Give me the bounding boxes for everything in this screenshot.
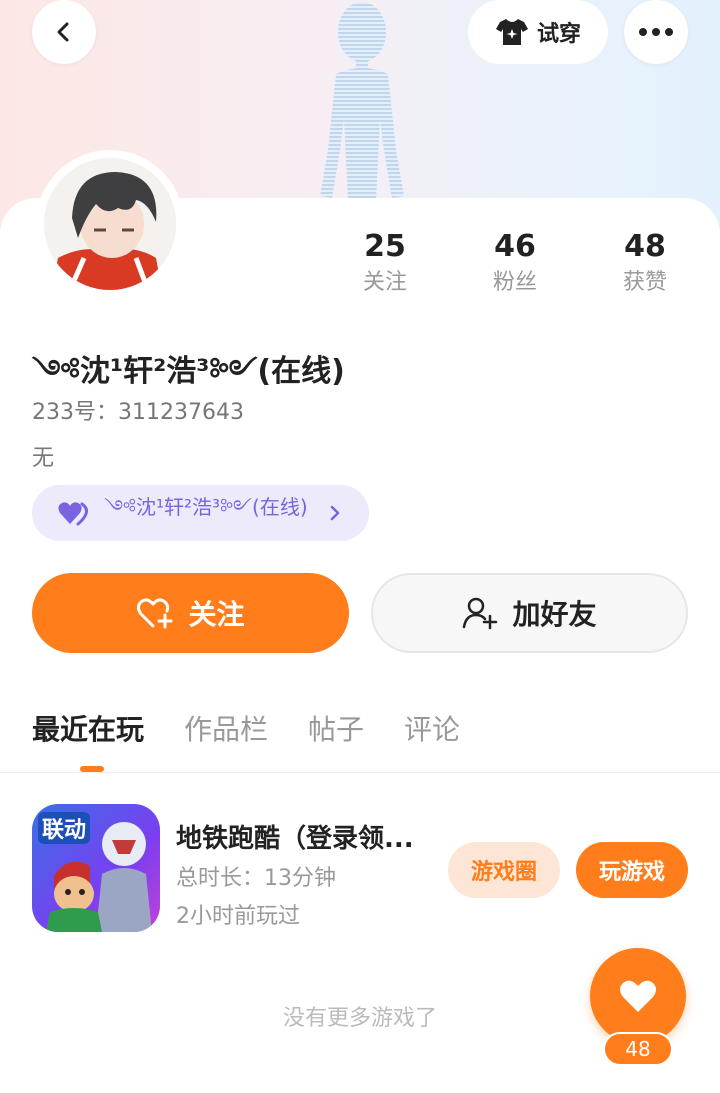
stat-label: 粉丝 [492,270,537,295]
chevron-left-icon [57,22,69,42]
tab-comments[interactable]: 评论 [404,708,460,752]
game-icon[interactable]: 联动 [32,804,160,932]
avatar[interactable] [36,150,184,298]
try-on-label: 试穿 [536,22,581,47]
stat-value: 48 [624,229,666,264]
game-title: 地铁跑酷（登录领... [176,824,414,854]
avatar-3d-figure[interactable] [300,0,420,210]
like-button[interactable] [590,948,686,1044]
tab-posts[interactable]: 帖子 [308,708,364,752]
more-dots-icon [639,28,673,36]
back-button[interactable] [32,0,96,64]
stat-following[interactable]: 25 关注 [320,228,450,300]
like-count-badge: 48 [603,1032,673,1066]
tab-recent-played[interactable]: 最近在玩 [32,708,144,752]
stat-followers[interactable]: 46 粉丝 [450,228,580,300]
game-playtime: 总时长：13分钟 [176,866,336,891]
avatar-image [44,158,176,290]
play-game-button[interactable]: 玩游戏 [576,842,688,898]
follow-button[interactable]: 关注 [32,573,349,653]
try-on-button[interactable]: 试穿 [468,0,608,64]
stat-label: 获赞 [622,270,667,295]
game-last-played: 2小时前玩过 [176,904,300,929]
stat-likes[interactable]: 48 获赞 [580,228,710,300]
game-icon-badge: 联动 [38,812,91,844]
profile-tabs: 最近在玩 作品栏 帖子 评论 [32,708,460,752]
heart-icon [620,980,656,1012]
add-friend-button[interactable]: 加好友 [371,573,688,653]
stat-label: 关注 [362,270,407,295]
profile-stats: 25 关注 46 粉丝 48 获赞 [320,228,710,300]
stat-value: 25 [364,229,406,264]
user-id[interactable]: 233号：311237643 [32,394,244,426]
stat-value: 46 [494,229,536,264]
add-user-icon [463,597,498,630]
game-list-item[interactable]: 联动 地铁跑酷（登录领... 总时长：13分钟 2小时前玩过 游戏圈 玩游戏 [32,804,688,936]
divider [0,772,720,773]
bio: 无 [32,446,55,471]
cp-label: ༺沈¹轩²浩³༻(在线) [104,495,308,519]
add-friend-label: 加好友 [512,598,597,631]
heart-plus-icon [137,598,173,629]
more-button[interactable] [624,0,688,64]
tshirt-icon [495,19,528,45]
follow-label: 关注 [188,598,245,631]
cp-relation-pill[interactable]: ༺沈¹轩²浩³༻(在线) [32,485,369,541]
double-heart-icon [58,502,88,526]
chevron-right-icon [330,505,339,521]
tab-works[interactable]: 作品栏 [184,708,268,752]
game-circle-button[interactable]: 游戏圈 [448,842,560,898]
